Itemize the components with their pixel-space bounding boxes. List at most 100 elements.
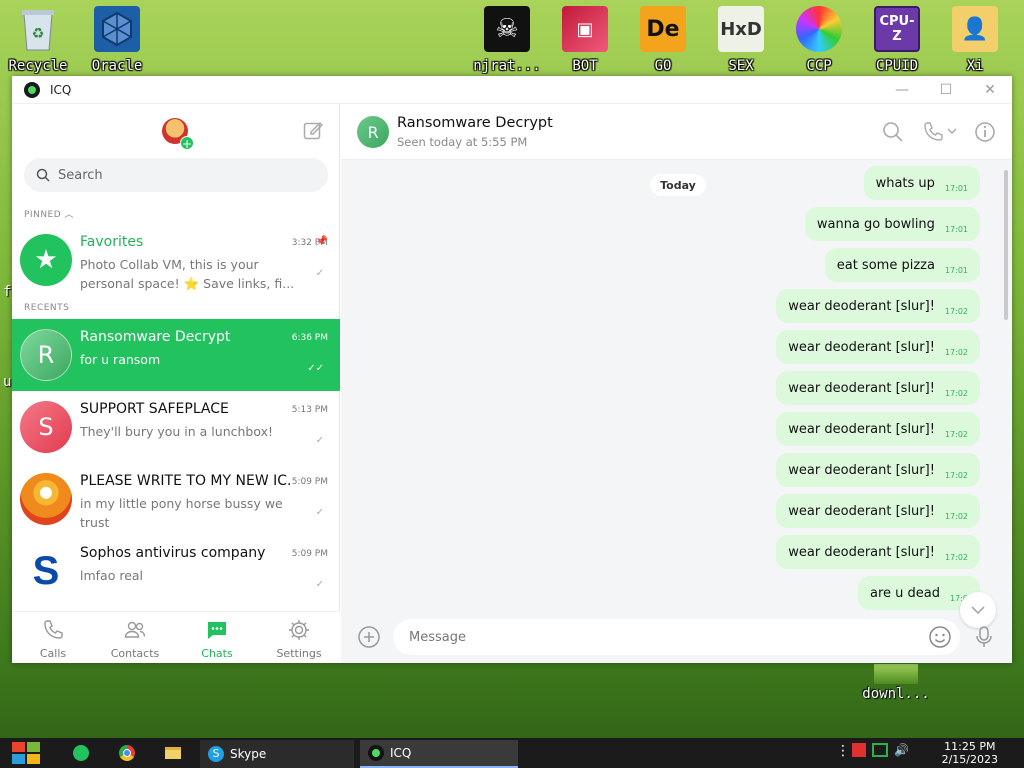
desktop-icon-ccp[interactable]: CCP bbox=[783, 6, 855, 74]
message-bubble[interactable]: wanna go bowling 17:01 bbox=[804, 207, 980, 241]
sophos-logo-icon: S bbox=[20, 545, 72, 597]
message-bubble[interactable]: whats up 17:01 bbox=[863, 166, 980, 200]
nav-label: Settings bbox=[276, 647, 322, 660]
message-time: 17:02 bbox=[944, 347, 968, 357]
desktop-partial-label: f bbox=[3, 284, 12, 300]
tray-overflow-icon[interactable]: ⋮ bbox=[836, 743, 850, 759]
desktop-icon-recycle[interactable]: ♻ Recycle bbox=[2, 6, 74, 74]
phone-icon bbox=[44, 620, 63, 639]
avatar: S bbox=[20, 401, 72, 453]
sidebar: + Search PINNED ︿ ★ Favorites 3:32 PM 📌 … bbox=[12, 104, 340, 663]
desktop-icon-label: Recycle bbox=[8, 58, 68, 74]
chat-preview: lmfao real bbox=[80, 568, 144, 583]
chrome-icon[interactable] bbox=[116, 742, 138, 764]
desktop-icon-download[interactable]: downl... bbox=[858, 664, 934, 702]
call-dropdown-icon[interactable] bbox=[922, 121, 958, 143]
folder-icon[interactable] bbox=[162, 742, 184, 764]
message-time: 17:02 bbox=[944, 552, 968, 562]
volume-icon[interactable]: 🔊 bbox=[894, 743, 909, 759]
message-bubble[interactable]: wear deoderant [slur]! 17:02 bbox=[776, 453, 980, 487]
close-button[interactable]: ✕ bbox=[968, 82, 1012, 98]
minimize-button[interactable]: — bbox=[880, 82, 924, 98]
nav-chats[interactable]: Chats bbox=[176, 612, 258, 663]
message-text: wear deoderant [slur]! bbox=[788, 503, 935, 519]
message-time: 17:02 bbox=[944, 511, 968, 521]
message-time: 17:01 bbox=[944, 265, 968, 275]
message-bubble[interactable]: wear deoderant [slur]! 17:02 bbox=[776, 535, 980, 569]
desktop-icon-xi[interactable]: 👤 Xi bbox=[939, 6, 1011, 74]
info-icon[interactable] bbox=[974, 121, 996, 143]
message-bubble[interactable]: eat some pizza 17:01 bbox=[824, 248, 980, 282]
message-bubble[interactable]: wear deoderant [slur]! 17:02 bbox=[776, 289, 980, 323]
chat-time: 6:36 PM bbox=[291, 333, 328, 343]
bottom-navigation: Calls Contacts Chats Settings bbox=[12, 611, 340, 663]
date-separator: Today bbox=[650, 174, 706, 196]
cpuz-icon: CPU-Z bbox=[874, 6, 920, 52]
taskbar: S Skype ICQ ⋮ 🔊 11:25 PM 2/15/2023 bbox=[0, 738, 1024, 768]
message-field[interactable] bbox=[393, 619, 960, 655]
chat-item-sophos[interactable]: S Sophos antivirus company 5:09 PM lmfao… bbox=[12, 535, 340, 607]
desktop-icon-label: Oracle bbox=[91, 58, 143, 74]
message-text: wear deoderant [slur]! bbox=[788, 544, 935, 560]
nav-calls[interactable]: Calls bbox=[12, 612, 94, 663]
network-icon[interactable] bbox=[872, 743, 888, 757]
title-bar: ICQ — ☐ ✕ bbox=[12, 76, 1012, 104]
search-icon[interactable] bbox=[882, 121, 904, 143]
desktop-icon-cpuid[interactable]: CPU-Z CPUID bbox=[861, 6, 933, 74]
nav-label: Contacts bbox=[110, 647, 160, 660]
chat-name: PLEASE WRITE TO MY NEW IC... bbox=[80, 473, 290, 489]
contact-avatar[interactable]: R bbox=[357, 116, 389, 148]
message-input[interactable] bbox=[409, 629, 928, 645]
add-status-icon[interactable]: + bbox=[180, 136, 194, 151]
desktop-icon-sex[interactable]: HxD SEX bbox=[705, 6, 777, 74]
pinned-section-label[interactable]: PINNED ︿ bbox=[24, 207, 74, 220]
message-time: 17:01 bbox=[944, 183, 968, 193]
desktop-icon-njrat[interactable]: ☠ njrat... bbox=[471, 6, 543, 74]
contact-name[interactable]: Ransomware Decrypt bbox=[397, 115, 553, 131]
chat-time: 5:09 PM bbox=[291, 549, 328, 559]
message-text: wanna go bowling bbox=[816, 216, 935, 232]
star-avatar-icon: ★ bbox=[20, 234, 72, 286]
message-time: 17:02 bbox=[944, 306, 968, 316]
chat-pane: R Ransomware Decrypt Seen today at 5:55 … bbox=[341, 104, 1012, 663]
message-text: wear deoderant [slur]! bbox=[788, 380, 935, 396]
last-seen-status: Seen today at 5:55 PM bbox=[397, 135, 528, 149]
recents-section-label: RECENTS bbox=[24, 303, 70, 313]
desktop-icon-bot[interactable]: ▣ BOT bbox=[549, 6, 621, 74]
taskbar-task-icq[interactable]: ICQ bbox=[360, 740, 518, 768]
flag-icon[interactable] bbox=[852, 743, 866, 757]
chat-header: R Ransomware Decrypt Seen today at 5:55 … bbox=[341, 104, 1012, 160]
nav-contacts[interactable]: Contacts bbox=[94, 612, 176, 663]
attach-plus-icon[interactable] bbox=[357, 625, 381, 649]
die-icon: De bbox=[640, 6, 686, 52]
chat-item-please-write[interactable]: PLEASE WRITE TO MY NEW IC... 5:09 PM in … bbox=[12, 463, 340, 535]
maximize-button[interactable]: ☐ bbox=[924, 82, 968, 98]
message-bubble[interactable]: wear deoderant [slur]! 17:02 bbox=[776, 412, 980, 446]
desktop-icon-label: GO bbox=[654, 58, 672, 74]
microphone-icon[interactable] bbox=[974, 625, 994, 649]
compose-icon[interactable] bbox=[303, 120, 323, 140]
message-time: 17:02 bbox=[944, 429, 968, 439]
taskbar-app-icon[interactable] bbox=[70, 742, 92, 764]
scrollbar[interactable] bbox=[1004, 170, 1008, 320]
chat-bubble-icon bbox=[208, 622, 226, 639]
chevron-up-icon: ︿ bbox=[64, 210, 75, 220]
emoji-icon[interactable] bbox=[928, 625, 952, 649]
taskbar-clock[interactable]: 11:25 PM 2/15/2023 bbox=[942, 740, 998, 766]
windows-start-icon[interactable] bbox=[10, 740, 42, 766]
desktop-icon-go[interactable]: De GO bbox=[627, 6, 699, 74]
desktop-icon-label: CCP bbox=[806, 58, 832, 74]
polsat-logo-icon bbox=[20, 473, 72, 525]
profile-avatar[interactable]: + bbox=[162, 118, 194, 151]
chat-item-support-safeplace[interactable]: S SUPPORT SAFEPLACE 5:13 PM They'll bury… bbox=[12, 391, 340, 463]
message-bubble[interactable]: wear deoderant [slur]! 17:02 bbox=[776, 494, 980, 528]
chat-item-favorites[interactable]: ★ Favorites 3:32 PM 📌 Photo Collab VM, t… bbox=[12, 224, 340, 296]
taskbar-task-skype[interactable]: S Skype bbox=[200, 740, 354, 768]
message-bubble[interactable]: wear deoderant [slur]! 17:02 bbox=[776, 330, 980, 364]
message-bubble[interactable]: wear deoderant [slur]! 17:02 bbox=[776, 371, 980, 405]
desktop-icon-oracle[interactable]: Oracle bbox=[81, 6, 153, 74]
search-field[interactable]: Search bbox=[24, 158, 328, 192]
nav-settings[interactable]: Settings bbox=[258, 612, 340, 663]
chat-item-ransomware-decrypt[interactable]: R Ransomware Decrypt 6:36 PM for u ranso… bbox=[12, 319, 340, 391]
window-title: ICQ bbox=[50, 82, 72, 97]
